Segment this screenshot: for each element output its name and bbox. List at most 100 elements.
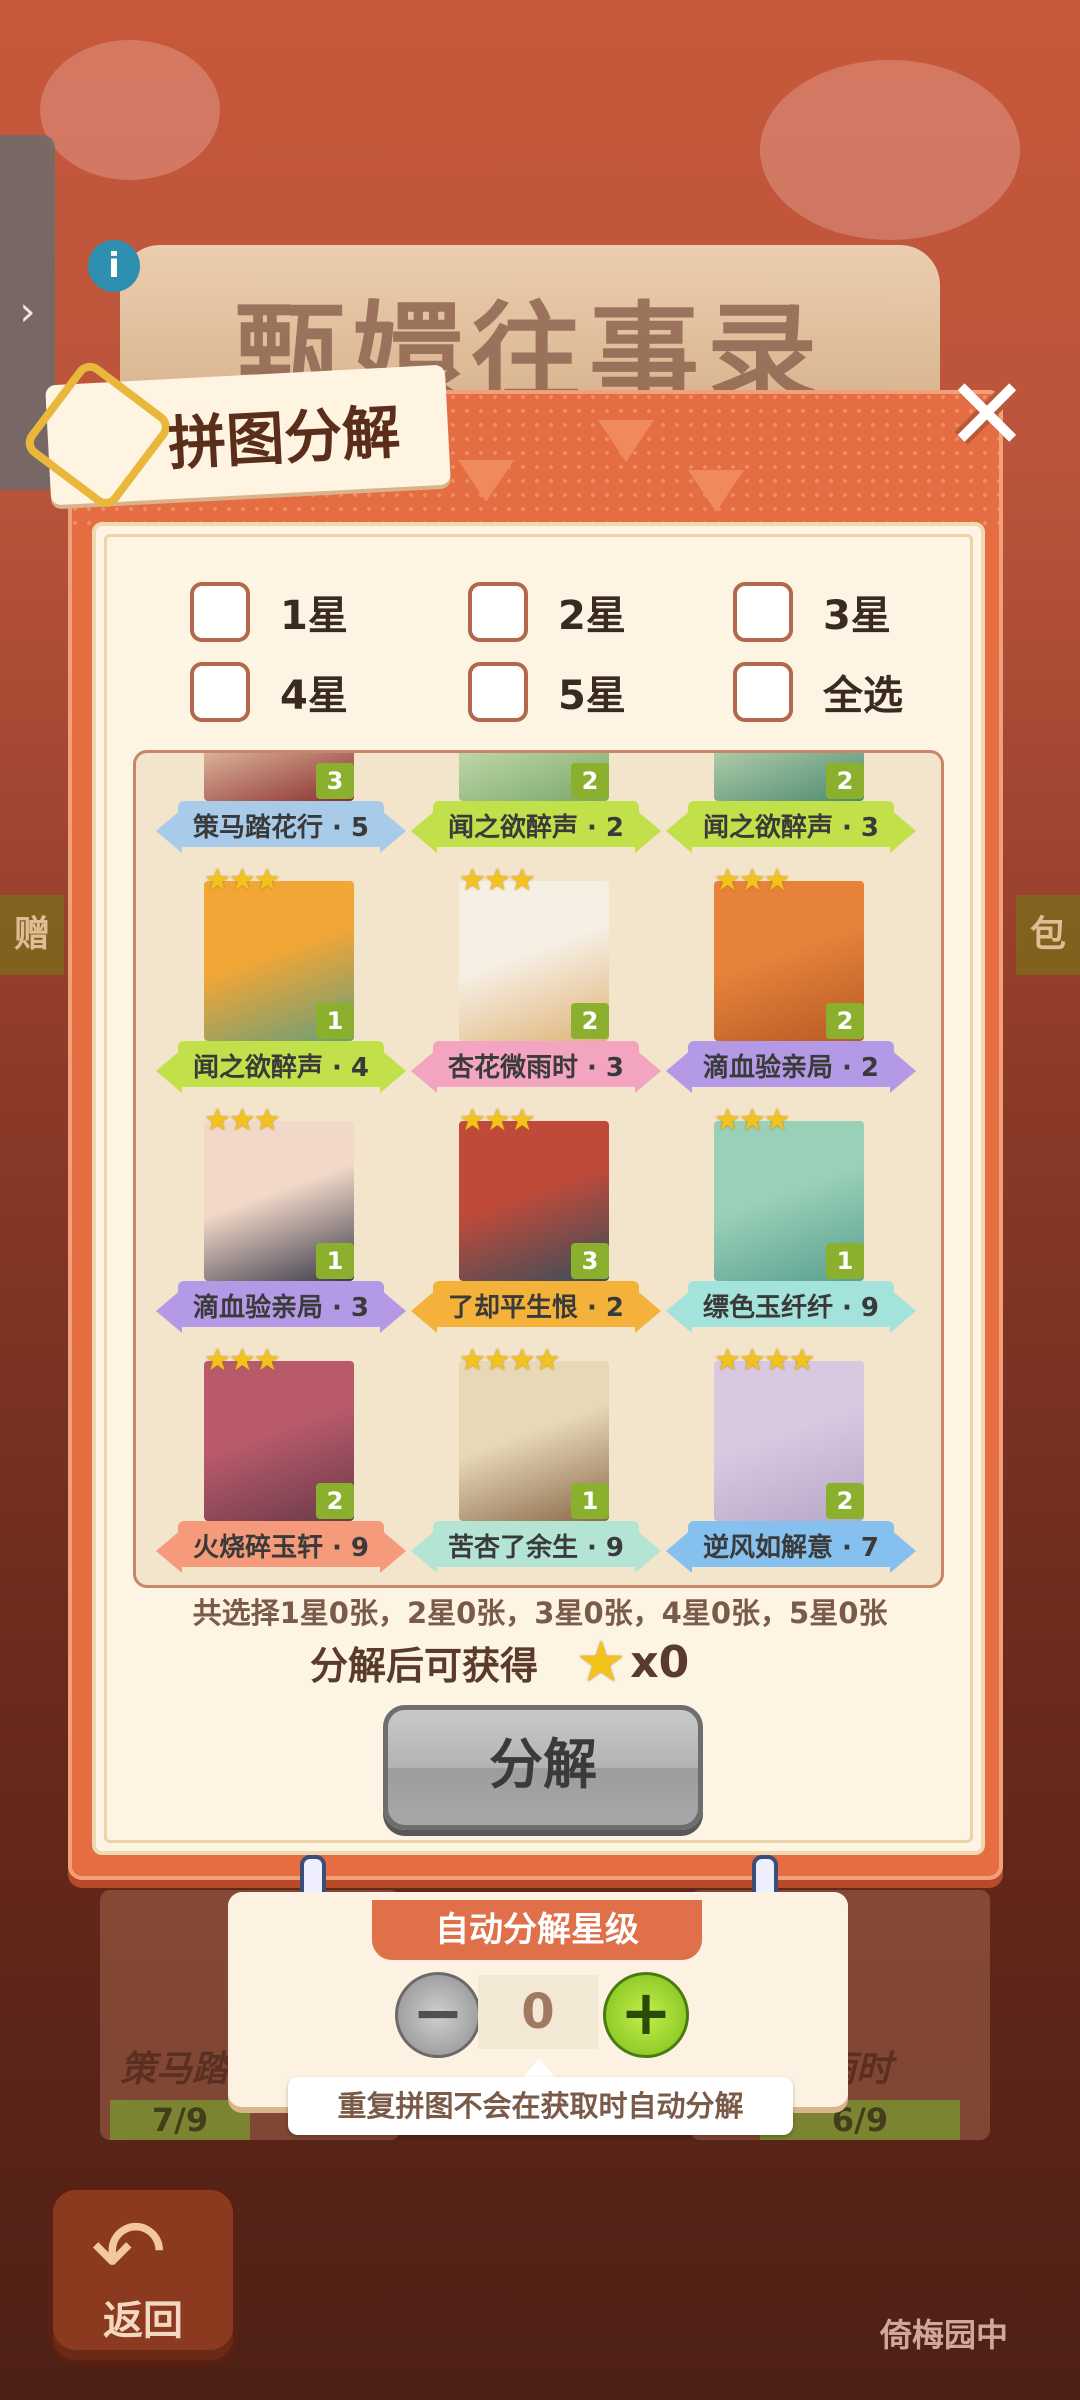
card-count-badge: 1: [571, 1483, 609, 1519]
puzzle-card[interactable]: ★★★ 1 闻之欲醉声 · 4: [156, 863, 406, 1093]
puzzle-card[interactable]: ★★★★ 1 苦杏了余生 · 9: [411, 1343, 661, 1573]
checkbox-label: 全选: [823, 673, 903, 719]
card-count-badge: 2: [571, 763, 609, 799]
hint-arrow: [523, 2058, 555, 2078]
checkbox-box[interactable]: [190, 582, 250, 642]
checkbox-select-all[interactable]: 全选: [733, 662, 903, 722]
checkbox-box[interactable]: [468, 582, 528, 642]
card-count-badge: 1: [316, 1243, 354, 1279]
card-stars: ★★★: [714, 1103, 791, 1138]
close-button[interactable]: ✕: [945, 365, 1029, 465]
card-name-ribbon: 苦杏了余生 · 9: [411, 1521, 661, 1575]
checkbox-4-star[interactable]: 4星: [190, 662, 348, 722]
checkbox-label: 5星: [558, 673, 626, 719]
puzzle-card[interactable]: ★★★ 2 滴血验亲局 · 2: [666, 863, 916, 1093]
close-icon: ✕: [945, 356, 1029, 473]
card-stars: ★★★: [204, 1103, 281, 1138]
puzzle-card[interactable]: ★★★ 1 滴血验亲局 · 3: [156, 1103, 406, 1333]
checkbox-box[interactable]: [468, 662, 528, 722]
checkbox-1-star[interactable]: 1星: [190, 582, 348, 642]
checkbox-label: 3星: [823, 593, 891, 639]
auto-decompose-title: 自动分解星级: [372, 1900, 702, 1960]
card-stars: ★★★★: [714, 1343, 816, 1378]
chevron-right-icon: ›: [19, 289, 36, 335]
card-stars: ★★★: [204, 863, 281, 898]
selection-summary: 共选择1星0张，2星0张，3星0张，4星0张，5星0张: [192, 1596, 888, 1630]
checkbox-5-star[interactable]: 5星: [468, 662, 626, 722]
card-name: 滴血验亲局 · 3: [192, 1293, 370, 1323]
garden-label: 倚梅园中: [880, 2316, 1009, 2354]
card-name-ribbon: 了却平生恨 · 2: [411, 1281, 661, 1335]
reward-value: x0: [630, 1636, 690, 1688]
minus-icon: −: [412, 1976, 464, 2049]
card-stars: ★★★: [714, 863, 791, 898]
checkbox-2-star[interactable]: 2星: [468, 582, 626, 642]
card-stars: ★★★★: [459, 1343, 561, 1378]
triangle-decoration: [598, 420, 654, 462]
puzzle-card[interactable]: ★★★★ 2 逆风如解意 · 7: [666, 1343, 916, 1573]
card-name: 闻之欲醉声 · 3: [702, 813, 880, 843]
card-name: 杏花微雨时 · 3: [447, 1053, 625, 1083]
auto-level-value: 0: [478, 1975, 598, 2049]
star-icon: ★: [576, 1629, 627, 1695]
plus-icon: +: [620, 1976, 672, 2049]
checkbox-box[interactable]: [190, 662, 250, 722]
triangle-decoration: [458, 460, 514, 502]
checkbox-box[interactable]: [733, 662, 793, 722]
puzzle-card[interactable]: ★★★ 1 缥色玉纤纤 · 9: [666, 1103, 916, 1333]
checkbox-label: 2星: [558, 593, 626, 639]
triangle-decoration: [688, 470, 744, 512]
dialog-title: 拼图分解: [166, 398, 402, 479]
back-label: 返回: [103, 2298, 183, 2344]
card-stars: ★★★: [459, 863, 536, 898]
card-count-badge: 2: [316, 1483, 354, 1519]
card-count-badge: 2: [826, 763, 864, 799]
card-name: 火烧碎玉轩 · 9: [192, 1533, 370, 1563]
card-name-ribbon: 闻之欲醉声 · 4: [156, 1041, 406, 1095]
increase-level-button[interactable]: +: [603, 1972, 689, 2058]
card-name-ribbon: 闻之欲醉声 · 3: [666, 801, 916, 855]
card-stars: ★★★: [459, 1103, 536, 1138]
card-name-ribbon: 策马踏花行 · 5: [156, 801, 406, 855]
puzzle-card[interactable]: ★★★ 3 了却平生恨 · 2: [411, 1103, 661, 1333]
reward-row: 分解后可获得 ★ x0: [310, 1629, 690, 1695]
card-name: 缥色玉纤纤 · 9: [702, 1293, 880, 1323]
card-name: 了却平生恨 · 2: [447, 1293, 625, 1323]
puzzle-card[interactable]: ★★★ 2 杏花微雨时 · 3: [411, 863, 661, 1093]
left-side-strip: 赠: [0, 895, 65, 975]
card-stars: ★★★: [204, 1343, 281, 1378]
card-count-badge: 3: [316, 763, 354, 799]
back-button[interactable]: ↶ 返回: [48, 2185, 238, 2365]
card-name: 苦杏了余生 · 9: [447, 1533, 625, 1563]
card-name-ribbon: 缥色玉纤纤 · 9: [666, 1281, 916, 1335]
checkbox-label: 1星: [280, 593, 348, 639]
checkbox-3-star[interactable]: 3星: [733, 582, 891, 642]
card-name: 闻之欲醉声 · 4: [192, 1053, 370, 1083]
card-name-ribbon: 杏花微雨时 · 3: [411, 1041, 661, 1095]
card-name-ribbon: 滴血验亲局 · 3: [156, 1281, 406, 1335]
blossom-decoration: [760, 60, 1020, 240]
info-icon[interactable]: i: [88, 240, 140, 292]
card-name: 逆风如解意 · 7: [702, 1533, 880, 1563]
puzzle-grid[interactable]: 3 策马踏花行 · 5 2 闻之欲醉声 · 2 2 闻之欲醉声 · 3 ★★★ 1 闻之欲醉声 …: [133, 750, 944, 1588]
puzzle-card[interactable]: 2 闻之欲醉声 · 3: [666, 753, 916, 855]
checkbox-box[interactable]: [733, 582, 793, 642]
decrease-level-button[interactable]: −: [395, 1972, 481, 2058]
bg-progress-left: 7/9: [110, 2100, 250, 2140]
card-count-badge: 2: [826, 1483, 864, 1519]
puzzle-card[interactable]: 3 策马踏花行 · 5: [156, 753, 406, 855]
right-side-strip: 包: [1015, 895, 1080, 975]
card-count-badge: 2: [826, 1003, 864, 1039]
card-count-badge: 1: [316, 1003, 354, 1039]
puzzle-card[interactable]: ★★★ 2 火烧碎玉轩 · 9: [156, 1343, 406, 1573]
puzzle-card[interactable]: 2 闻之欲醉声 · 2: [411, 753, 661, 855]
card-count-badge: 1: [826, 1243, 864, 1279]
card-count-badge: 3: [571, 1243, 609, 1279]
card-name: 滴血验亲局 · 2: [702, 1053, 880, 1083]
decompose-button[interactable]: 分解: [383, 1705, 703, 1830]
checkbox-label: 4星: [280, 673, 348, 719]
blossom-decoration: [40, 40, 220, 180]
bg-card-left-label: 策马踏: [120, 2049, 229, 2090]
card-name: 闻之欲醉声 · 2: [447, 813, 625, 843]
card-name-ribbon: 闻之欲醉声 · 2: [411, 801, 661, 855]
